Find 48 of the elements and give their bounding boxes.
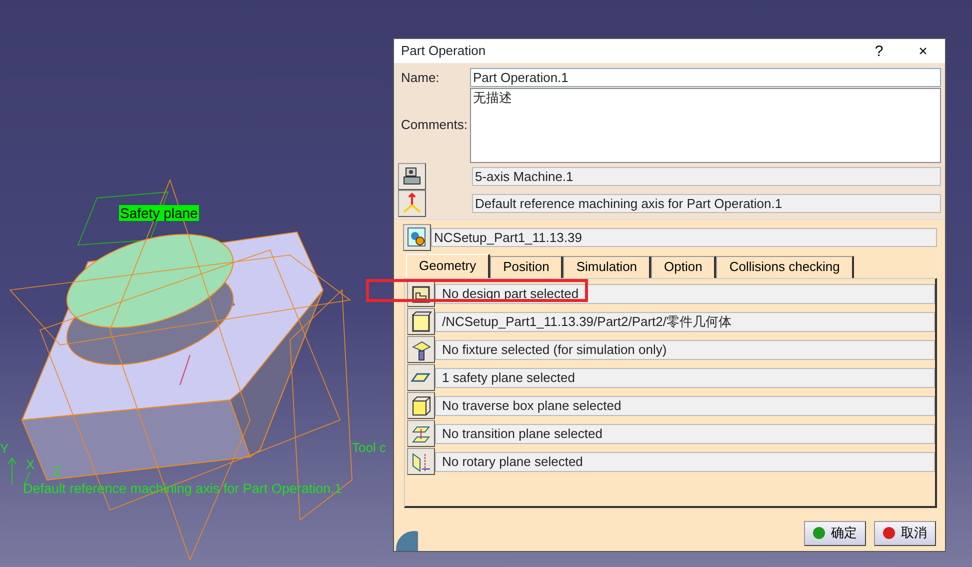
close-button[interactable]: × [901,39,945,63]
axis-icon [401,192,423,214]
tab[interactable]: Geometry [406,254,490,278]
axis-letter: X [26,458,35,471]
fixture-button[interactable] [407,336,435,363]
plane-axis-icon [410,450,432,472]
tab[interactable]: Position [490,256,564,278]
cube-button[interactable] [407,308,435,335]
dot-icon [883,527,895,539]
field-label: Comments: [400,116,468,134]
fixture-icon [410,338,432,360]
plane-button[interactable] [407,364,435,391]
selection-field: No rotary plane selected [435,452,935,472]
label-tag: Safety plane [119,205,199,221]
field-label: Name: [400,69,440,87]
axis-letter: Y [0,442,9,455]
selection-field: No fixture selected (for simulation only) [435,340,935,360]
help-button[interactable]: ? [857,39,901,63]
machine-button[interactable] [398,162,426,190]
axis-field: Default reference machining axis for Part Operation.1 [472,194,941,212]
tab[interactable]: Simulation [563,256,652,278]
dot-icon [813,527,825,539]
box-icon [410,394,432,416]
cube-icon [410,310,432,332]
selection-field: 1 safety plane selected [435,368,935,388]
plane-icon [411,372,431,382]
axis-button[interactable] [398,190,426,216]
selection-field: No transition plane selected [435,424,935,444]
planes-button[interactable] [407,420,435,447]
gears-icon [406,226,428,248]
setup-field: NCSetup_Part1_11.13.39 [431,228,937,246]
box-button[interactable] [407,392,435,419]
machine-field: 5-axis Machine.1 [472,166,941,186]
tab[interactable]: Option [651,256,716,278]
ok-button[interactable]: 确定 [804,520,866,546]
selection-field: No design part selected [435,284,935,304]
selection-field: /NCSetup_Part1_11.13.39/Part2/Part2/零件几何体 [435,312,935,332]
axis-letter: Z [53,465,61,478]
machine-icon [401,165,423,187]
plane-axis-button[interactable] [407,448,435,475]
cancel-button[interactable]: 取消 [874,520,936,546]
name-field[interactable]: Part Operation.1 [470,68,941,88]
window-title: Part Operation [401,42,487,60]
gears-button[interactable] [403,224,431,250]
viewport-label: Tool c [352,441,386,454]
tab[interactable]: Collisions checking [716,256,854,278]
comments-field[interactable]: 无描述 [470,88,941,162]
selection-field: No traverse box plane selected [435,396,935,416]
